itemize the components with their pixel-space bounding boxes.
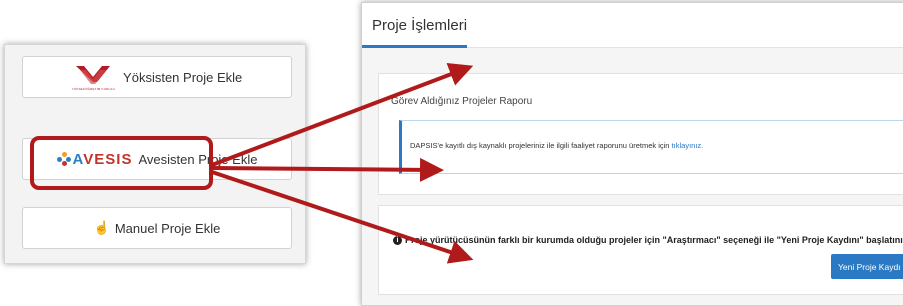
arrow-to-report	[211, 157, 444, 182]
arrow-to-new-project	[211, 170, 474, 264]
arrow-to-tab	[211, 63, 474, 167]
annotation-arrows	[211, 63, 474, 264]
